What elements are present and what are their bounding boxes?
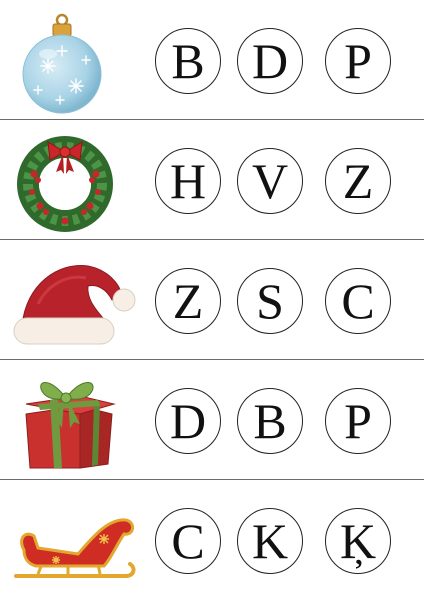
letter-circle[interactable]: Z bbox=[325, 148, 391, 214]
letter-circle[interactable]: D bbox=[155, 388, 221, 454]
wreath-icon bbox=[17, 136, 113, 232]
gift-picture bbox=[8, 364, 138, 476]
worksheet: B D P H V Z Z S C D B P C K Ķ bbox=[0, 0, 424, 600]
letter-circle[interactable]: C bbox=[325, 268, 391, 334]
letter-circle[interactable]: S bbox=[237, 268, 303, 334]
ornament-ball-icon bbox=[22, 13, 102, 114]
letter-circle[interactable]: B bbox=[237, 388, 303, 454]
row-santa-hat: Z S C bbox=[0, 240, 424, 360]
wreath-picture bbox=[8, 124, 138, 236]
letter-circle[interactable]: P bbox=[325, 388, 391, 454]
row-ornament: B D P bbox=[0, 0, 424, 120]
letter-circle[interactable]: K bbox=[237, 508, 303, 574]
letter-circle[interactable]: B bbox=[155, 28, 221, 94]
santa-hat-icon bbox=[13, 265, 136, 345]
santa-hat-picture bbox=[8, 244, 138, 356]
letter-circle[interactable]: Ķ bbox=[325, 508, 391, 574]
ornament-picture bbox=[8, 4, 138, 116]
row-sleigh: C K Ķ bbox=[0, 480, 424, 600]
letter-circle[interactable]: Z bbox=[155, 268, 221, 334]
gift-box-icon bbox=[25, 382, 116, 469]
sleigh-picture bbox=[8, 484, 138, 596]
letter-circle[interactable]: V bbox=[237, 148, 303, 214]
letter-circle[interactable]: D bbox=[237, 28, 303, 94]
letter-circle[interactable]: H bbox=[155, 148, 221, 214]
letter-circle[interactable]: C bbox=[155, 508, 221, 574]
letter-circle[interactable]: P bbox=[325, 28, 391, 94]
sleigh-icon bbox=[14, 518, 136, 578]
row-gift: D B P bbox=[0, 360, 424, 480]
row-wreath: H V Z bbox=[0, 120, 424, 240]
